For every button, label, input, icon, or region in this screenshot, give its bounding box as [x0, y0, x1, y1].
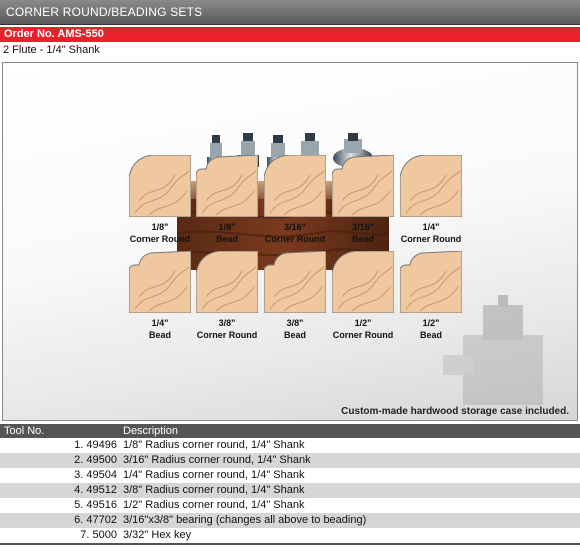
- section-header: CORNER ROUND/BEADING SETS: [0, 0, 580, 25]
- tool-description: 1/2" Radius corner round, 1/4" Shank: [123, 499, 305, 511]
- profile-tile: [264, 155, 326, 217]
- profile-size: 1/2": [422, 318, 440, 328]
- table-body: 1. 49496 1/8" Radius corner round, 1/4" S…: [0, 438, 580, 543]
- profile-label: 1/2" Bead: [386, 317, 476, 341]
- case-note: Custom-made hardwood storage case includ…: [341, 406, 569, 417]
- tool-number: 3. 49504: [74, 469, 117, 481]
- tool-description: 3/16"x3/8" bearing (changes all above to…: [123, 514, 367, 526]
- profile-tile: [332, 155, 394, 217]
- profile-tile: [332, 251, 394, 313]
- tool-number: 6. 47702: [74, 514, 117, 526]
- tool-number: 2. 49500: [74, 454, 117, 466]
- profile-tile: [264, 251, 326, 313]
- profile-tile: [196, 155, 258, 217]
- tool-number: 5. 49516: [74, 499, 117, 511]
- profile-tile: [196, 251, 258, 313]
- profile-tile: [400, 155, 462, 217]
- header-tool-no: Tool No.: [4, 425, 45, 437]
- table-row: 6. 47702 3/16"x3/8" bearing (changes all …: [0, 513, 580, 528]
- tool-description: 1/8" Radius corner round, 1/4" Shank: [123, 439, 305, 451]
- product-image: 1/8" Corner Round 1/8" Bead 3/16" Corner Roun…: [2, 62, 578, 421]
- tool-table: Tool No. Description 1. 49496 1/8" Radius…: [0, 424, 580, 545]
- profile-label: 1/4" Corner Round: [386, 221, 476, 245]
- tool-number: 4. 49512: [74, 484, 117, 496]
- profile-type: Bead: [419, 330, 442, 340]
- tool-description: 3/8" Radius corner round, 1/4" Shank: [123, 484, 305, 496]
- product-subtitle: 2 Flute - 1/4" Shank: [3, 44, 100, 56]
- profile-tile: [129, 155, 191, 217]
- tool-description: 3/32" Hex key: [123, 529, 192, 541]
- section-title: CORNER ROUND/BEADING SETS: [6, 5, 203, 19]
- order-number: Order No. AMS-550: [4, 28, 104, 40]
- tool-number: 1. 49496: [74, 439, 117, 451]
- table-row: 2. 49500 3/16" Radius corner round, 1/4" …: [0, 453, 580, 468]
- table-row: 7. 5000 3/32" Hex key: [0, 528, 580, 543]
- table-bottom-rule: [0, 543, 580, 545]
- table-row: 4. 49512 3/8" Radius corner round, 1/4" S…: [0, 483, 580, 498]
- table-row: 1. 49496 1/8" Radius corner round, 1/4" S…: [0, 438, 580, 453]
- table-row: 3. 49504 1/4" Radius corner round, 1/4" S…: [0, 468, 580, 483]
- order-bar: Order No. AMS-550: [0, 27, 580, 42]
- router-illustration: [443, 295, 543, 405]
- tool-description: 3/16" Radius corner round, 1/4" Shank: [123, 454, 311, 466]
- table-header: Tool No. Description: [0, 424, 580, 438]
- profile-tile: [400, 251, 462, 313]
- tool-number: 7. 5000: [80, 529, 117, 541]
- profile-type: Corner Round: [400, 234, 462, 244]
- profile-size: 1/4": [422, 222, 440, 232]
- header-description: Description: [123, 425, 179, 437]
- profile-tile: [129, 251, 191, 313]
- tool-description: 1/4" Radius corner round, 1/4" Shank: [123, 469, 305, 481]
- table-row: 5. 49516 1/2" Radius corner round, 1/4" S…: [0, 498, 580, 513]
